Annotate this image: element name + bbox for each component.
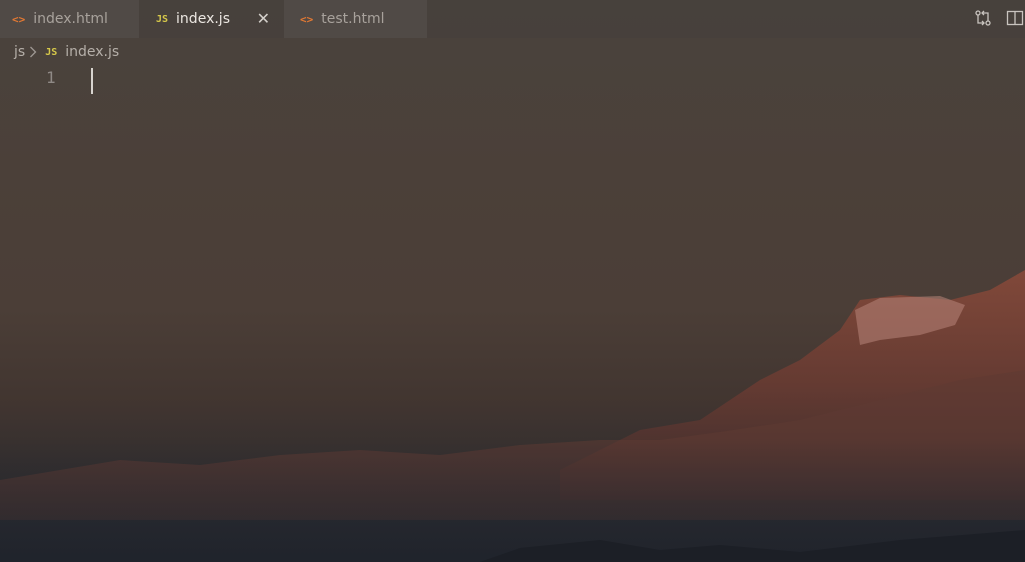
tab-index-js[interactable]: JS index.js ✕ xyxy=(139,0,284,38)
tab-label: index.html xyxy=(33,11,108,27)
js-file-icon: JS xyxy=(156,13,169,25)
html-file-icon: <> xyxy=(12,12,26,26)
breadcrumb-folder[interactable]: js xyxy=(14,44,25,60)
tab-test-html[interactable]: <> test.html xyxy=(284,0,427,38)
breadcrumb-file[interactable]: index.js xyxy=(65,44,119,60)
tab-bar: <> index.html JS index.js ✕ <> test.html xyxy=(0,0,1025,38)
editor-window: <> index.html JS index.js ✕ <> test.html xyxy=(0,0,1025,562)
chevron-right-icon xyxy=(29,46,37,58)
html-file-icon: <> xyxy=(300,12,314,26)
tab-label: index.js xyxy=(176,11,230,27)
source-control-compare-icon[interactable] xyxy=(973,8,993,28)
breadcrumb: js JS index.js xyxy=(14,42,119,62)
tab-index-html[interactable]: <> index.html xyxy=(0,0,139,38)
close-icon[interactable]: ✕ xyxy=(257,9,270,28)
split-editor-icon[interactable] xyxy=(1005,8,1025,28)
editor-actions xyxy=(973,8,1025,28)
mountain-wallpaper xyxy=(0,270,1025,562)
text-cursor xyxy=(91,68,93,94)
line-number: 1 xyxy=(46,68,56,87)
tab-label: test.html xyxy=(321,11,385,27)
js-file-icon: JS xyxy=(45,46,58,58)
